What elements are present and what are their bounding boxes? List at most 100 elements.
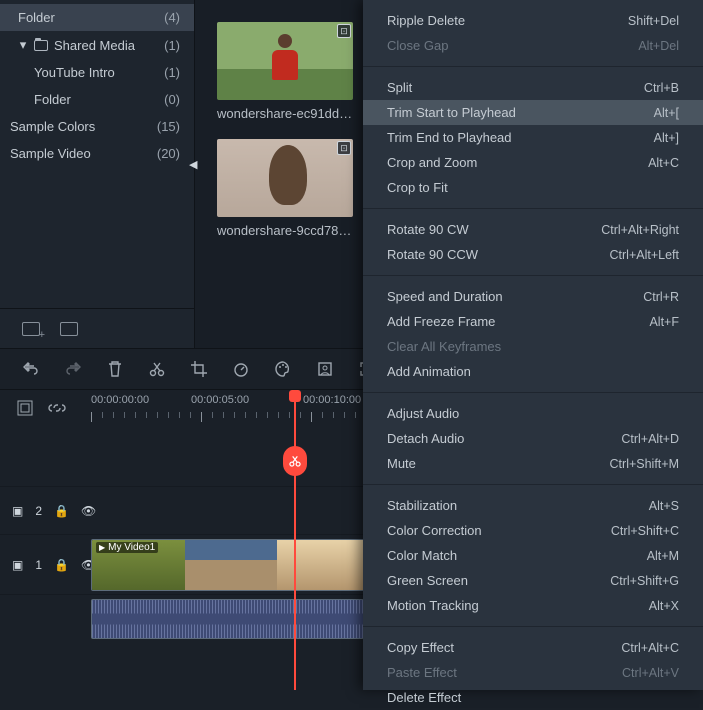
- menu-item[interactable]: Ripple DeleteShift+Del: [363, 8, 703, 33]
- menu-item-label: Detach Audio: [387, 431, 464, 446]
- menu-item-label: Color Correction: [387, 523, 482, 538]
- clip-label: My Video1: [96, 542, 158, 553]
- clip-type-icon: ⊡: [337, 24, 351, 38]
- menu-item-label: Paste Effect: [387, 665, 457, 680]
- menu-item-label: Add Freeze Frame: [387, 314, 495, 329]
- lock-icon[interactable]: 🔒: [54, 504, 69, 518]
- menu-item-shortcut: Alt+]: [654, 131, 679, 145]
- timecode: 00:00:00:00: [91, 394, 149, 406]
- menu-item: Paste EffectCtrl+Alt+V: [363, 660, 703, 685]
- menu-item-label: Add Animation: [387, 364, 471, 379]
- timecode: 00:00:10:00: [303, 394, 361, 406]
- menu-item-label: Green Screen: [387, 573, 468, 588]
- menu-item-label: Adjust Audio: [387, 406, 459, 421]
- menu-item[interactable]: Add Animation: [363, 359, 703, 384]
- menu-item-label: Trim End to Playhead: [387, 130, 512, 145]
- tree-item-folder[interactable]: Folder (4): [0, 4, 194, 31]
- menu-item[interactable]: Rotate 90 CWCtrl+Alt+Right: [363, 217, 703, 242]
- context-menu[interactable]: Ripple DeleteShift+Del Close Gap Alt+Del Sp…: [363, 0, 703, 690]
- menu-item-label: Speed and Duration: [387, 289, 503, 304]
- menu-item-shortcut: Alt+C: [648, 156, 679, 170]
- menu-item[interactable]: Trim End to Playhead Alt+]: [363, 125, 703, 150]
- track-film-icon: ▣: [12, 504, 23, 518]
- menu-item-label: Clear All Keyframes: [387, 339, 501, 354]
- tree-item-youtube-intro[interactable]: YouTube Intro (1): [0, 59, 194, 86]
- menu-item[interactable]: Trim Start to Playhead Alt+[: [363, 100, 703, 125]
- tree-item-shared-media[interactable]: ▾Shared Media (1): [0, 31, 194, 59]
- redo-icon[interactable]: [64, 360, 82, 378]
- sidebar: Folder (4) ▾Shared Media (1) YouTube Int…: [0, 0, 195, 348]
- menu-item-shortcut: Ctrl+Shift+G: [610, 574, 679, 588]
- speed-icon[interactable]: [232, 360, 250, 378]
- crop-icon[interactable]: [190, 360, 208, 378]
- menu-item[interactable]: Crop to Fit: [363, 175, 703, 200]
- menu-item[interactable]: Add Freeze FrameAlt+F: [363, 309, 703, 334]
- sidebar-footer: [0, 308, 194, 348]
- menu-item-shortcut: Ctrl+Shift+C: [611, 524, 679, 538]
- playhead[interactable]: [294, 390, 296, 690]
- media-item[interactable]: ⊡ wondershare-9ccd78f6-6…: [217, 139, 353, 238]
- menu-item[interactable]: Green Screen Ctrl+Shift+G: [363, 568, 703, 593]
- menu-item-shortcut: Ctrl+Alt+Right: [601, 223, 679, 237]
- menu-item-shortcut: Alt+S: [649, 499, 679, 513]
- tree-item-sample-video[interactable]: Sample Video (20): [0, 140, 194, 167]
- menu-item[interactable]: Detach Audio Ctrl+Alt+D: [363, 426, 703, 451]
- collapse-sidebar-icon[interactable]: ◀: [189, 158, 197, 171]
- tree-item-folder-child[interactable]: Folder (0): [0, 86, 194, 113]
- menu-separator: [363, 392, 703, 393]
- menu-item-shortcut: Alt+[: [654, 106, 679, 120]
- media-item[interactable]: ⊡ wondershare-ec91dd68-…: [217, 22, 353, 121]
- lock-icon[interactable]: 🔒: [54, 558, 69, 572]
- cut-playhead-icon[interactable]: [283, 446, 307, 476]
- menu-item[interactable]: SplitCtrl+B: [363, 75, 703, 100]
- split-icon[interactable]: [148, 360, 166, 378]
- menu-item[interactable]: MuteCtrl+Shift+M: [363, 451, 703, 476]
- chevron-down-icon: ▾: [18, 37, 28, 53]
- menu-item[interactable]: Color Match Alt+M: [363, 543, 703, 568]
- menu-item-shortcut: Shift+Del: [628, 14, 679, 28]
- media-caption: wondershare-9ccd78f6-6…: [217, 223, 353, 238]
- menu-item[interactable]: Adjust Audio: [363, 401, 703, 426]
- menu-separator: [363, 208, 703, 209]
- timeline-options-icon[interactable]: [16, 399, 34, 417]
- menu-item-label: Stabilization: [387, 498, 457, 513]
- menu-item: Close Gap Alt+Del: [363, 33, 703, 58]
- tree-item-sample-colors[interactable]: Sample Colors (15): [0, 113, 194, 140]
- menu-item[interactable]: Motion TrackingAlt+X: [363, 593, 703, 618]
- menu-separator: [363, 484, 703, 485]
- menu-item-shortcut: Ctrl+Shift+M: [610, 457, 679, 471]
- audio-clip[interactable]: [91, 599, 371, 639]
- link-icon[interactable]: [48, 399, 66, 417]
- menu-item-label: Crop and Zoom: [387, 155, 477, 170]
- undo-icon[interactable]: [22, 360, 40, 378]
- menu-item-label: Crop to Fit: [387, 180, 448, 195]
- new-folder-icon[interactable]: [22, 322, 40, 336]
- menu-item[interactable]: Crop and Zoom Alt+C: [363, 150, 703, 175]
- menu-item-shortcut: Ctrl+Alt+D: [621, 432, 679, 446]
- color-icon[interactable]: [274, 360, 292, 378]
- menu-item-label: Color Match: [387, 548, 457, 563]
- menu-item-label: Delete Effect: [387, 690, 461, 705]
- greenscreen-icon[interactable]: [316, 360, 334, 378]
- track-film-icon: ▣: [12, 558, 23, 572]
- menu-separator: [363, 275, 703, 276]
- menu-item[interactable]: Delete Effect: [363, 685, 703, 710]
- menu-item[interactable]: Color Correction Ctrl+Shift+C: [363, 518, 703, 543]
- menu-item-label: Trim Start to Playhead: [387, 105, 516, 120]
- menu-item-shortcut: Alt+Del: [638, 39, 679, 53]
- media-caption: wondershare-ec91dd68-…: [217, 106, 353, 121]
- menu-item: Clear All Keyframes: [363, 334, 703, 359]
- menu-item[interactable]: Rotate 90 CCWCtrl+Alt+Left: [363, 242, 703, 267]
- menu-item[interactable]: Stabilization Alt+S: [363, 493, 703, 518]
- menu-item-label: Rotate 90 CCW: [387, 247, 478, 262]
- menu-item[interactable]: Speed and DurationCtrl+R: [363, 284, 703, 309]
- menu-item-label: Close Gap: [387, 38, 448, 53]
- folder-icon: [34, 40, 48, 51]
- open-folder-icon[interactable]: [60, 322, 78, 336]
- menu-item[interactable]: Copy EffectCtrl+Alt+C: [363, 635, 703, 660]
- delete-icon[interactable]: [106, 360, 124, 378]
- menu-separator: [363, 626, 703, 627]
- video-clip[interactable]: My Video1: [91, 539, 371, 591]
- menu-item-shortcut: Alt+X: [649, 599, 679, 613]
- menu-item-shortcut: Alt+M: [647, 549, 679, 563]
